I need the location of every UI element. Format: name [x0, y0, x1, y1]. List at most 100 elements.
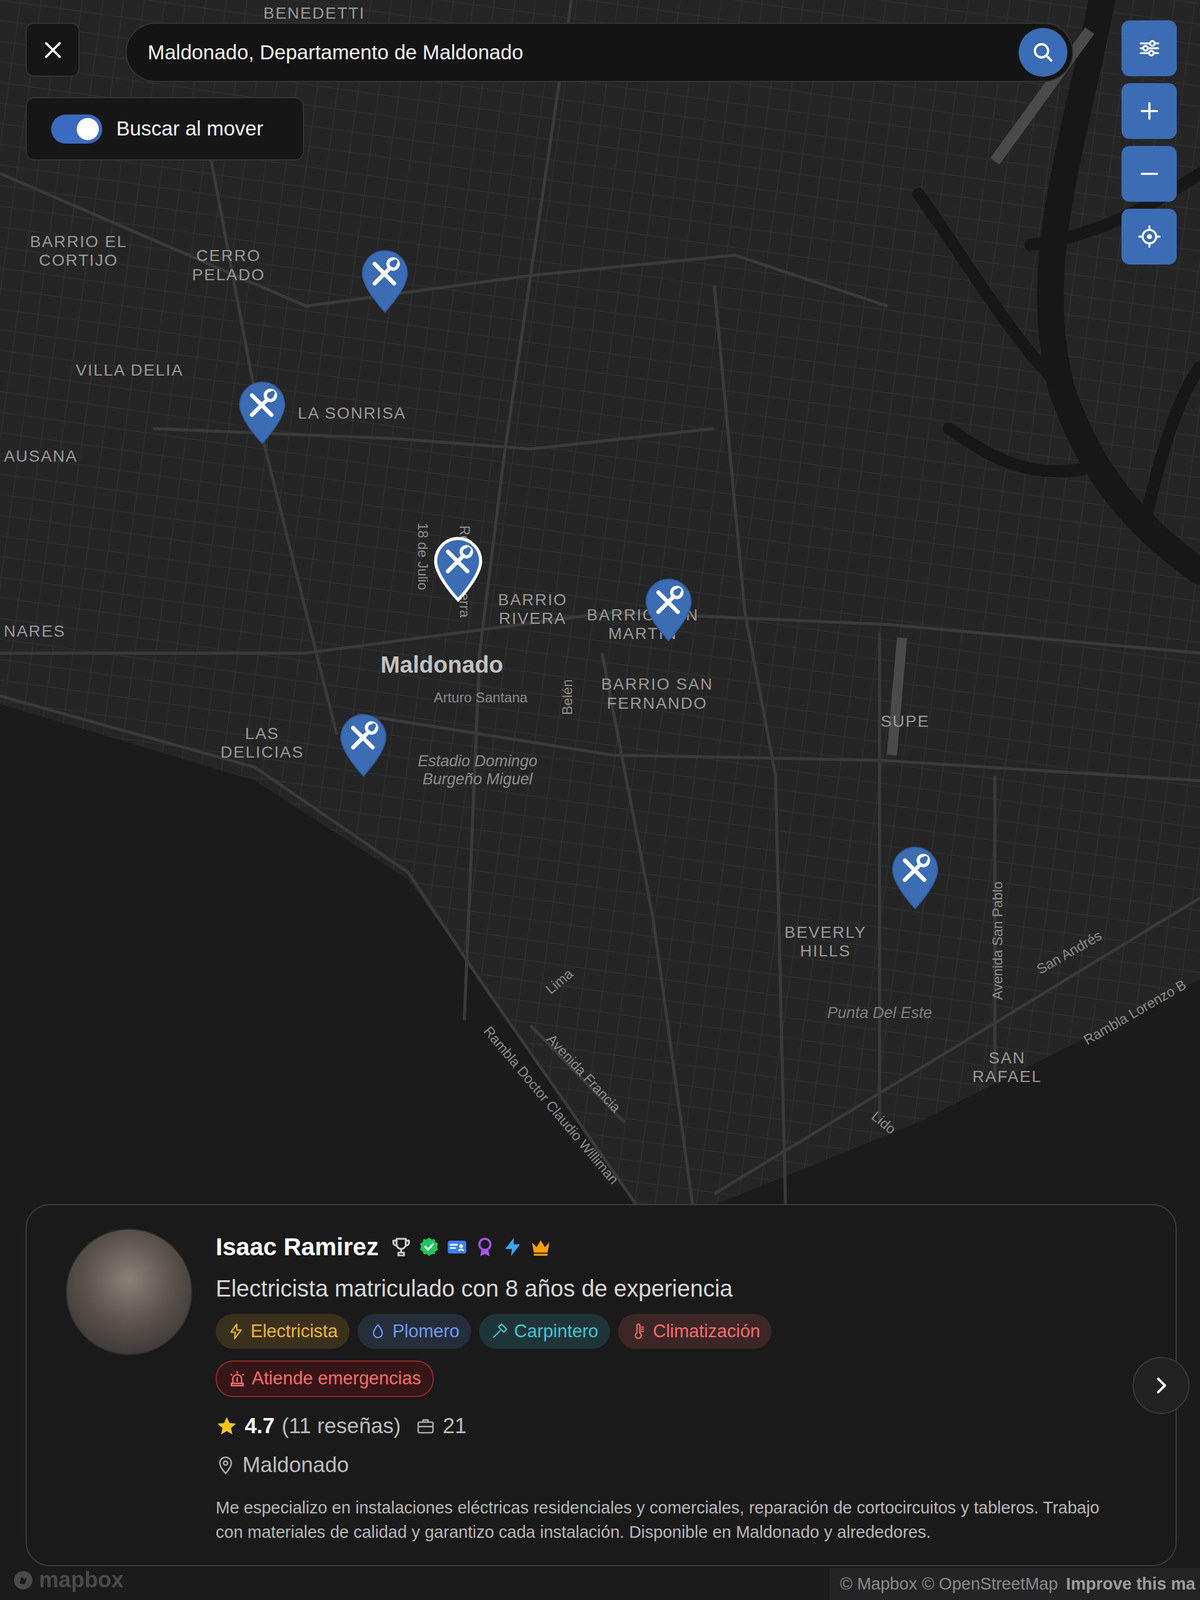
place-label: NARES [3, 622, 66, 641]
place-label: Estadio Domingo Burgeño Miguel [410, 752, 545, 789]
street [0, 981, 1200, 1238]
street [0, 416, 1200, 673]
main-road [0, 695, 644, 1215]
main-road [464, 0, 572, 1021]
close-button[interactable] [25, 22, 80, 77]
tools-pin-icon [359, 248, 411, 315]
street [0, 0, 1200, 207]
street-label: Arturo Santana [433, 690, 528, 707]
trophy-icon [390, 1236, 413, 1259]
street [0, 0, 1200, 25]
locate-button[interactable] [1121, 208, 1177, 265]
street [0, 739, 1200, 996]
crown-icon [529, 1236, 552, 1259]
rating-row: 4.7 (11 reseñas) 21 [215, 1409, 1130, 1443]
zoom-in-button[interactable] [1121, 83, 1177, 139]
main-road [714, 285, 787, 1214]
provider-pin[interactable] [359, 248, 411, 315]
zoom-out-button[interactable] [1121, 145, 1177, 202]
provider-description: Me especializo en instalaciones eléctric… [215, 1495, 1130, 1545]
jobs-count: 21 [442, 1409, 467, 1443]
street [0, 0, 1200, 187]
main-road [877, 632, 881, 1123]
tools-pin-icon [889, 844, 941, 912]
street [0, 759, 1200, 1016]
place-label: LA SONRISA [297, 404, 407, 423]
place-label: BARRIO SAN FERNANDO [593, 675, 721, 713]
place-label: LAS DELICIAS [211, 724, 314, 762]
place-label: SAN RAFAEL [966, 1048, 1048, 1087]
street [0, 234, 1200, 491]
search-on-move-panel: Buscar al mover [25, 97, 305, 161]
service-tag: Carpintero [479, 1313, 610, 1349]
street [0, 476, 1200, 733]
tools-pin-icon [643, 576, 695, 644]
street [0, 0, 1200, 167]
river [948, 428, 1082, 472]
main-road [602, 652, 695, 1214]
street [0, 780, 1200, 1037]
mapbox-logo[interactable]: mapbox [12, 1563, 124, 1597]
street [0, 275, 1200, 531]
main-road [152, 428, 714, 449]
filters-button[interactable] [1121, 20, 1177, 77]
street-label: Lima [542, 965, 577, 998]
close-icon [41, 38, 65, 62]
location-row: Maldonado [215, 1448, 1130, 1482]
improve-map-link[interactable]: Improve this ma [1066, 1571, 1196, 1598]
provider-pin[interactable] [236, 379, 288, 446]
place-label: Maldonado [380, 651, 503, 678]
provider-headline: Electricista matriculado con 8 años de e… [215, 1270, 1130, 1306]
review-count: (11 reseñas) [281, 1409, 401, 1443]
place-label: BEVERLY HILLS [774, 923, 877, 961]
street [0, 537, 1200, 794]
street [0, 699, 1200, 956]
street [0, 638, 1200, 895]
search-button[interactable] [1018, 27, 1068, 77]
next-button[interactable] [1132, 1356, 1190, 1414]
street [0, 375, 1200, 632]
place-label: BARRIO EL CORTIJO [20, 232, 137, 270]
river [918, 193, 1062, 388]
search-input[interactable] [146, 36, 1019, 69]
street-label: Rambla Lorenzo B [1080, 976, 1189, 1048]
street [0, 335, 1200, 592]
emergency-badge: Atiende emergencias [215, 1360, 434, 1398]
rating-value: 4.7 [244, 1409, 275, 1443]
search-on-move-switch[interactable] [51, 114, 103, 144]
service-tag: Climatización [618, 1313, 772, 1349]
runway [891, 637, 903, 756]
siren-icon [228, 1370, 246, 1388]
tag-label: Carpintero [513, 1318, 599, 1346]
map[interactable]: BENEDETTIBARRIO EL CORTIJOCERRO PELADOVI… [0, 0, 1200, 1600]
street [0, 315, 1200, 571]
service-tag: Plomero [357, 1313, 471, 1349]
avatar-photo [65, 1228, 193, 1356]
provider-pin[interactable] [643, 576, 695, 644]
badges [390, 1236, 552, 1259]
provider-pin[interactable] [432, 536, 484, 603]
switch-knob [76, 118, 99, 141]
street-label: San Andrés [1034, 927, 1105, 978]
magnifier-icon [1030, 40, 1056, 65]
street [0, 719, 1200, 975]
main-road [356, 714, 1200, 781]
street [0, 12, 1200, 269]
street-label: 18 de Julio [414, 522, 431, 590]
provider-pin[interactable] [889, 844, 941, 912]
street [0, 254, 1200, 511]
street-grid [0, 0, 1200, 1600]
street [0, 658, 1200, 915]
star-icon [215, 1415, 238, 1438]
provider-card[interactable]: Isaac Ramirez Electricista matriculado c… [25, 1204, 1177, 1567]
street [0, 456, 1200, 713]
street [0, 941, 1200, 1198]
street [0, 861, 1200, 1117]
place-label: SUPE [880, 712, 930, 731]
street [0, 557, 1200, 814]
location-icon [215, 1455, 236, 1475]
provider-pin[interactable] [337, 712, 389, 779]
street [0, 840, 1200, 1097]
main-road [530, 1025, 625, 1123]
street-label: Rambla Doctor Claudio Williman [480, 1023, 622, 1188]
